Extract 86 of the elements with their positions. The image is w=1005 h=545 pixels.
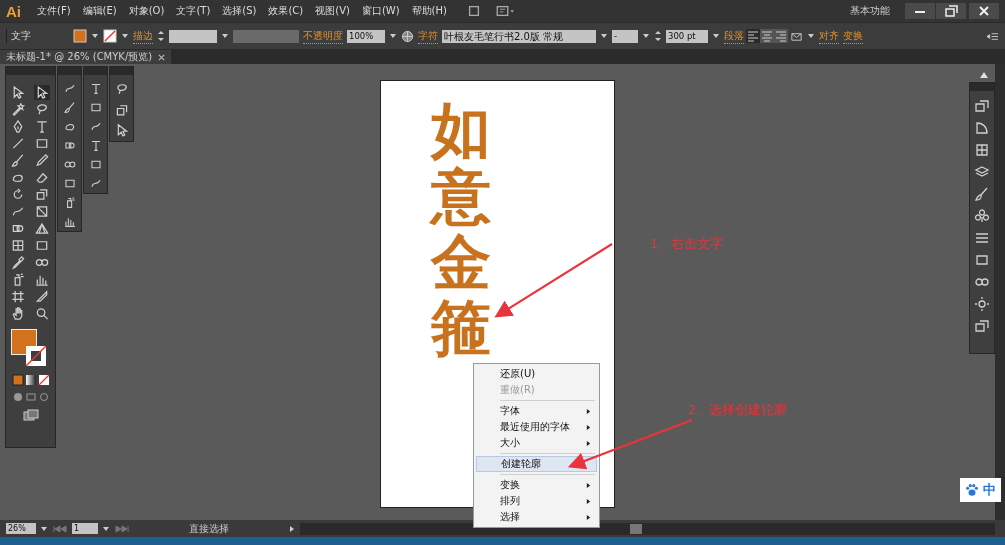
font-style-field[interactable]: -	[612, 29, 638, 43]
ime-badge[interactable]: 中	[960, 478, 1001, 502]
menu-item[interactable]: 创建轮廓	[476, 456, 597, 472]
perspective-grid-icon[interactable]	[33, 221, 50, 236]
window-icon[interactable]	[973, 317, 991, 335]
workspace-switcher[interactable]: 基本功能	[850, 4, 890, 18]
document-tab[interactable]: 未标题-1* @ 26% (CMYK/预览)	[0, 50, 172, 64]
zoom-field[interactable]: 26%	[6, 523, 36, 534]
caret-icon[interactable]	[712, 32, 720, 40]
app-logo: Ai	[6, 2, 21, 20]
slice-icon[interactable]	[33, 289, 50, 304]
caret-icon[interactable]	[642, 32, 650, 40]
menu-item[interactable]: 排列	[476, 493, 597, 509]
stroke-color-swatch[interactable]	[24, 345, 47, 367]
play-arrow-icon[interactable]	[288, 524, 296, 533]
menu-item[interactable]: 大小	[476, 435, 597, 451]
vertical-scrollbar[interactable]	[995, 64, 1005, 520]
color-mode-icon[interactable]	[11, 374, 24, 386]
menu-item[interactable]: 效果(C)	[262, 4, 310, 18]
menu-item[interactable]: 文件(F)	[31, 4, 77, 18]
gradient-mode-icon[interactable]	[24, 374, 37, 386]
caret-icon[interactable]	[600, 32, 608, 40]
club-icon[interactable]	[973, 207, 991, 225]
current-tool-label[interactable]: 直接选择	[134, 521, 284, 536]
menu-item[interactable]: 窗口(W)	[355, 4, 406, 18]
menu-item[interactable]: 选择	[476, 509, 597, 525]
character-link[interactable]: 字符	[418, 28, 438, 44]
menu-item[interactable]: 帮助(H)	[405, 4, 453, 18]
close-icon[interactable]	[967, 3, 1001, 19]
bridge-icon[interactable]	[466, 4, 481, 18]
caret-icon[interactable]	[389, 32, 397, 40]
overlapping-squares-icon[interactable]	[973, 97, 991, 115]
caret-icon[interactable]	[807, 32, 815, 40]
minimize-icon[interactable]	[905, 3, 935, 19]
restore-icon[interactable]	[936, 3, 966, 19]
selection-type-label: 文字	[6, 29, 69, 43]
font-size-field[interactable]: 300 pt	[666, 29, 708, 43]
caret-icon[interactable]	[102, 524, 110, 533]
eyedropper-icon[interactable]	[9, 255, 26, 270]
collapse-arrow-icon[interactable]	[979, 70, 989, 80]
caret-icon[interactable]	[221, 32, 229, 40]
screen-mode-icon[interactable]	[22, 409, 39, 421]
menu-item[interactable]: 最近使用的字体	[476, 419, 597, 435]
opacity-field[interactable]: 100%	[347, 29, 385, 43]
menu-item[interactable]: 变换	[476, 477, 597, 493]
arrange-documents-icon[interactable]	[494, 4, 517, 18]
opacity-link[interactable]: 不透明度	[303, 28, 343, 44]
menu-item[interactable]: 文字(T)	[170, 4, 217, 18]
annotation-text: 1、右击文字	[650, 235, 724, 253]
font-field[interactable]: 叶根友毛笔行书2.0版 常规	[442, 29, 596, 43]
annotation-text: 2、选择创建轮廓	[688, 401, 788, 419]
fill-swatch[interactable]	[73, 29, 87, 43]
menu-item[interactable]: 选择(S)	[216, 4, 263, 18]
stroke-link[interactable]: 描边	[133, 28, 153, 44]
menu-item[interactable]: 编辑(E)	[76, 4, 123, 18]
artboard-icon[interactable]	[9, 289, 26, 304]
draw-behind-icon[interactable]	[24, 391, 37, 403]
menu-item[interactable]: 还原(U)	[476, 366, 597, 382]
caret-icon[interactable]	[91, 32, 99, 40]
horizontal-scrollbar[interactable]	[300, 522, 995, 535]
align-link[interactable]: 对齐	[819, 28, 839, 44]
caret-icon[interactable]	[121, 32, 129, 40]
spinner-icon[interactable]	[157, 29, 165, 43]
brush-field[interactable]	[233, 29, 299, 43]
spinner-icon[interactable]	[654, 29, 662, 43]
transform-link[interactable]: 变换	[843, 28, 863, 44]
globe-icon[interactable]	[401, 29, 414, 43]
paw-icon	[965, 483, 979, 497]
calligraphy-text[interactable]: 如意金箍	[431, 97, 491, 361]
align-left-icon[interactable]	[746, 29, 760, 43]
draw-normal-icon[interactable]	[11, 391, 24, 403]
menu-item[interactable]: 对象(O)	[122, 4, 171, 18]
menu-item[interactable]: 视图(V)	[309, 4, 356, 18]
page-field[interactable]: 1	[72, 523, 98, 534]
ime-mode-label: 中	[983, 481, 996, 499]
menu-item[interactable]: 字体	[476, 403, 597, 419]
draw-inside-icon[interactable]	[37, 391, 50, 403]
none-mode-icon[interactable]	[37, 374, 50, 386]
grid-icon[interactable]	[973, 141, 991, 159]
stroke-weight-field[interactable]	[169, 29, 217, 43]
brush-icon[interactable]	[9, 153, 26, 168]
sun-icon[interactable]	[973, 295, 991, 313]
close-icon[interactable]	[158, 53, 166, 61]
paragraph-link[interactable]: 段落	[724, 28, 744, 44]
stroke-swatch[interactable]	[103, 29, 117, 43]
caret-icon[interactable]	[40, 524, 48, 533]
